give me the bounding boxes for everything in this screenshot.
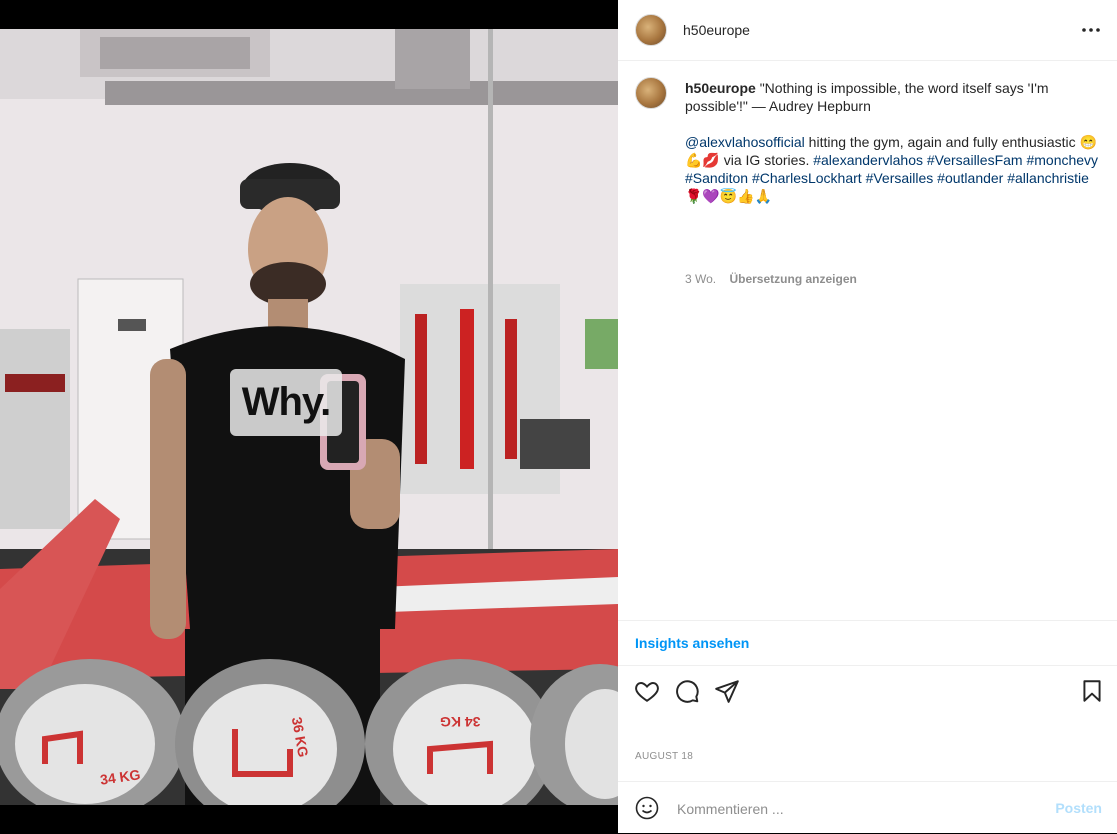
- action-bar: [618, 672, 1117, 708]
- header-username[interactable]: h50europe: [683, 22, 750, 38]
- hashtag-link[interactable]: #Sanditon: [685, 170, 748, 186]
- avatar[interactable]: [635, 14, 667, 46]
- share-icon[interactable]: [714, 678, 740, 704]
- caption-text: h50europe "Nothing is impossible, the wo…: [685, 79, 1105, 205]
- hashtag-link[interactable]: #outlander: [937, 170, 1003, 186]
- post-caption: h50europe "Nothing is impossible, the wo…: [618, 61, 1117, 621]
- insights-bar: Insights ansehen: [618, 620, 1117, 666]
- post-button[interactable]: Posten: [1055, 800, 1102, 816]
- heart-icon[interactable]: [634, 678, 660, 704]
- comment-icon[interactable]: [674, 678, 700, 704]
- caption-meta: 3 Wo. Übersetzung anzeigen: [685, 272, 857, 286]
- post-age[interactable]: 3 Wo.: [685, 272, 716, 286]
- why-sticker: Why.: [230, 369, 342, 436]
- hashtag-link[interactable]: #Versailles: [866, 170, 934, 186]
- caption-username[interactable]: h50europe: [685, 80, 756, 96]
- comment-bar: Posten: [618, 781, 1117, 834]
- plate-label: 34 KG: [440, 714, 481, 730]
- post-photo[interactable]: Why. 34 KG 36 KG 34 KG: [0, 29, 618, 805]
- caption-emojis: 🌹💜😇👍🙏: [685, 188, 773, 204]
- hashtag-link[interactable]: #CharlesLockhart: [752, 170, 862, 186]
- hashtag-link[interactable]: #allanchristie: [1007, 170, 1089, 186]
- avatar[interactable]: [635, 77, 667, 109]
- translate-button[interactable]: Übersetzung anzeigen: [729, 272, 856, 286]
- hashtag-link[interactable]: #alexandervlahos: [813, 152, 923, 168]
- hashtag-link[interactable]: #VersaillesFam: [927, 152, 1023, 168]
- post-date[interactable]: AUGUST 18: [635, 751, 693, 762]
- post-side-panel: h50europe h50europe "Nothing is impossib…: [618, 0, 1117, 833]
- bookmark-icon[interactable]: [1079, 678, 1105, 704]
- comment-input[interactable]: [675, 797, 1039, 821]
- emoji-icon[interactable]: [635, 796, 659, 820]
- mention-link[interactable]: @alexvlahosofficial: [685, 134, 805, 150]
- post-header: h50europe: [618, 0, 1117, 61]
- more-options-icon[interactable]: [1079, 18, 1103, 42]
- hashtag-link[interactable]: #monchevy: [1026, 152, 1098, 168]
- insights-link[interactable]: Insights ansehen: [635, 635, 749, 651]
